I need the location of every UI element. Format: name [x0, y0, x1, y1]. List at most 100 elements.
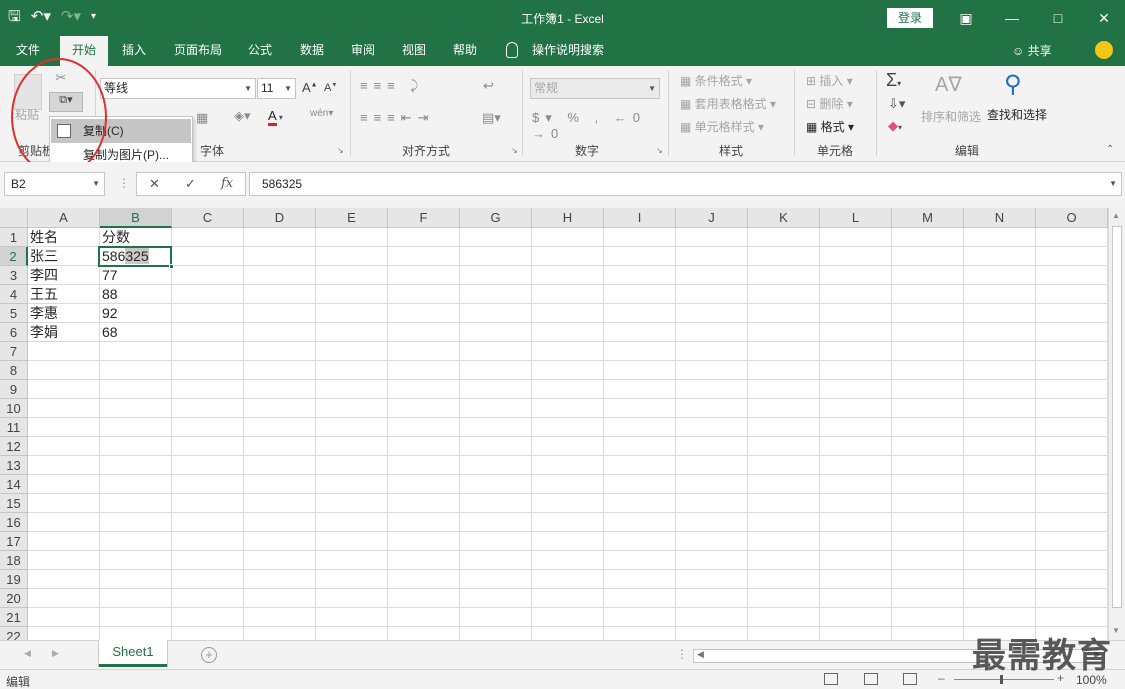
- name-box[interactable]: B2 ▼: [4, 172, 105, 196]
- cell-i15[interactable]: [604, 494, 676, 513]
- collapse-ribbon-icon[interactable]: ⌃: [1106, 144, 1114, 155]
- cell-g19[interactable]: [460, 570, 532, 589]
- cell-f2[interactable]: [388, 247, 460, 266]
- format-cells-button[interactable]: ▦ 格式 ▾: [806, 118, 854, 135]
- cell-e9[interactable]: [316, 380, 388, 399]
- cell-o13[interactable]: [1036, 456, 1108, 475]
- cell-h10[interactable]: [532, 399, 604, 418]
- row-header[interactable]: 1: [0, 228, 28, 247]
- scroll-left-icon[interactable]: ◀: [697, 649, 704, 660]
- cell-l13[interactable]: [820, 456, 892, 475]
- cell-j14[interactable]: [676, 475, 748, 494]
- cell-h2[interactable]: [532, 247, 604, 266]
- vertical-scrollbar[interactable]: ▲ ▼: [1108, 208, 1125, 640]
- cell-d19[interactable]: [244, 570, 316, 589]
- cell-i20[interactable]: [604, 589, 676, 608]
- cell-n2[interactable]: [964, 247, 1036, 266]
- cell-e12[interactable]: [316, 437, 388, 456]
- cell-h15[interactable]: [532, 494, 604, 513]
- cell-g18[interactable]: [460, 551, 532, 570]
- cell-g15[interactable]: [460, 494, 532, 513]
- cell-m18[interactable]: [892, 551, 964, 570]
- cell-j11[interactable]: [676, 418, 748, 437]
- tab-page-layout[interactable]: 页面布局: [166, 36, 230, 66]
- cell-d9[interactable]: [244, 380, 316, 399]
- row-header[interactable]: 3: [0, 266, 28, 285]
- cell-o6[interactable]: [1036, 323, 1108, 342]
- horizontal-align-icons[interactable]: ≡≡≡⇤⇥: [360, 110, 500, 126]
- cell-j12[interactable]: [676, 437, 748, 456]
- cell-o11[interactable]: [1036, 418, 1108, 437]
- cell-o9[interactable]: [1036, 380, 1108, 399]
- cell-k14[interactable]: [748, 475, 820, 494]
- cell-d18[interactable]: [244, 551, 316, 570]
- cell-f9[interactable]: [388, 380, 460, 399]
- minimize-icon[interactable]: —: [1000, 6, 1024, 30]
- cell-a4[interactable]: 王五: [28, 285, 100, 304]
- cell-m12[interactable]: [892, 437, 964, 456]
- cell-a3[interactable]: 李四: [28, 266, 100, 285]
- cell-b13[interactable]: [100, 456, 172, 475]
- row-header[interactable]: 8: [0, 361, 28, 380]
- cell-o10[interactable]: [1036, 399, 1108, 418]
- cell-n1[interactable]: [964, 228, 1036, 247]
- cell-i17[interactable]: [604, 532, 676, 551]
- cell-a6[interactable]: 李娟: [28, 323, 100, 342]
- cell-o8[interactable]: [1036, 361, 1108, 380]
- row-header[interactable]: 12: [0, 437, 28, 456]
- number-format-select[interactable]: 常规 ▼: [530, 78, 660, 99]
- cell-j4[interactable]: [676, 285, 748, 304]
- cell-styles-button[interactable]: ▦ 单元格样式 ▾: [680, 118, 764, 135]
- cell-m8[interactable]: [892, 361, 964, 380]
- cell-i8[interactable]: [604, 361, 676, 380]
- cell-a19[interactable]: [28, 570, 100, 589]
- cell-g1[interactable]: [460, 228, 532, 247]
- cell-k19[interactable]: [748, 570, 820, 589]
- cut-icon[interactable]: ✂: [52, 70, 70, 86]
- cell-d14[interactable]: [244, 475, 316, 494]
- cell-f22[interactable]: [388, 627, 460, 640]
- merge-center-icon[interactable]: ▤▾: [482, 110, 501, 126]
- cell-a21[interactable]: [28, 608, 100, 627]
- font-name-select[interactable]: 等线 ▼: [100, 78, 256, 99]
- cell-e13[interactable]: [316, 456, 388, 475]
- cell-g2[interactable]: [460, 247, 532, 266]
- cell-g4[interactable]: [460, 285, 532, 304]
- cell-l7[interactable]: [820, 342, 892, 361]
- close-icon[interactable]: ✕: [1092, 6, 1116, 30]
- cell-d7[interactable]: [244, 342, 316, 361]
- cell-o16[interactable]: [1036, 513, 1108, 532]
- cell-f12[interactable]: [388, 437, 460, 456]
- add-sheet-icon[interactable]: +: [201, 647, 217, 663]
- cell-l6[interactable]: [820, 323, 892, 342]
- cell-c18[interactable]: [172, 551, 244, 570]
- clear-icon[interactable]: ◆▾: [888, 118, 902, 134]
- cell-c1[interactable]: [172, 228, 244, 247]
- cell-l9[interactable]: [820, 380, 892, 399]
- find-select-button[interactable]: 查找和选择: [987, 106, 1047, 123]
- feedback-smiley-icon[interactable]: [1095, 41, 1113, 59]
- sheet-tab[interactable]: Sheet1: [99, 640, 167, 667]
- cell-l5[interactable]: [820, 304, 892, 323]
- autosum-icon[interactable]: Σ▾: [886, 70, 901, 91]
- cell-j3[interactable]: [676, 266, 748, 285]
- cell-j8[interactable]: [676, 361, 748, 380]
- cell-c14[interactable]: [172, 475, 244, 494]
- tab-file[interactable]: 文件: [8, 36, 48, 66]
- cell-b15[interactable]: [100, 494, 172, 513]
- cell-f15[interactable]: [388, 494, 460, 513]
- cell-h14[interactable]: [532, 475, 604, 494]
- cell-d5[interactable]: [244, 304, 316, 323]
- cell-k11[interactable]: [748, 418, 820, 437]
- row-header[interactable]: 4: [0, 285, 28, 304]
- cell-m13[interactable]: [892, 456, 964, 475]
- cell-n17[interactable]: [964, 532, 1036, 551]
- cell-e4[interactable]: [316, 285, 388, 304]
- cell-h13[interactable]: [532, 456, 604, 475]
- cell-l1[interactable]: [820, 228, 892, 247]
- cell-o17[interactable]: [1036, 532, 1108, 551]
- cell-a9[interactable]: [28, 380, 100, 399]
- cell-i21[interactable]: [604, 608, 676, 627]
- cell-f7[interactable]: [388, 342, 460, 361]
- cell-h4[interactable]: [532, 285, 604, 304]
